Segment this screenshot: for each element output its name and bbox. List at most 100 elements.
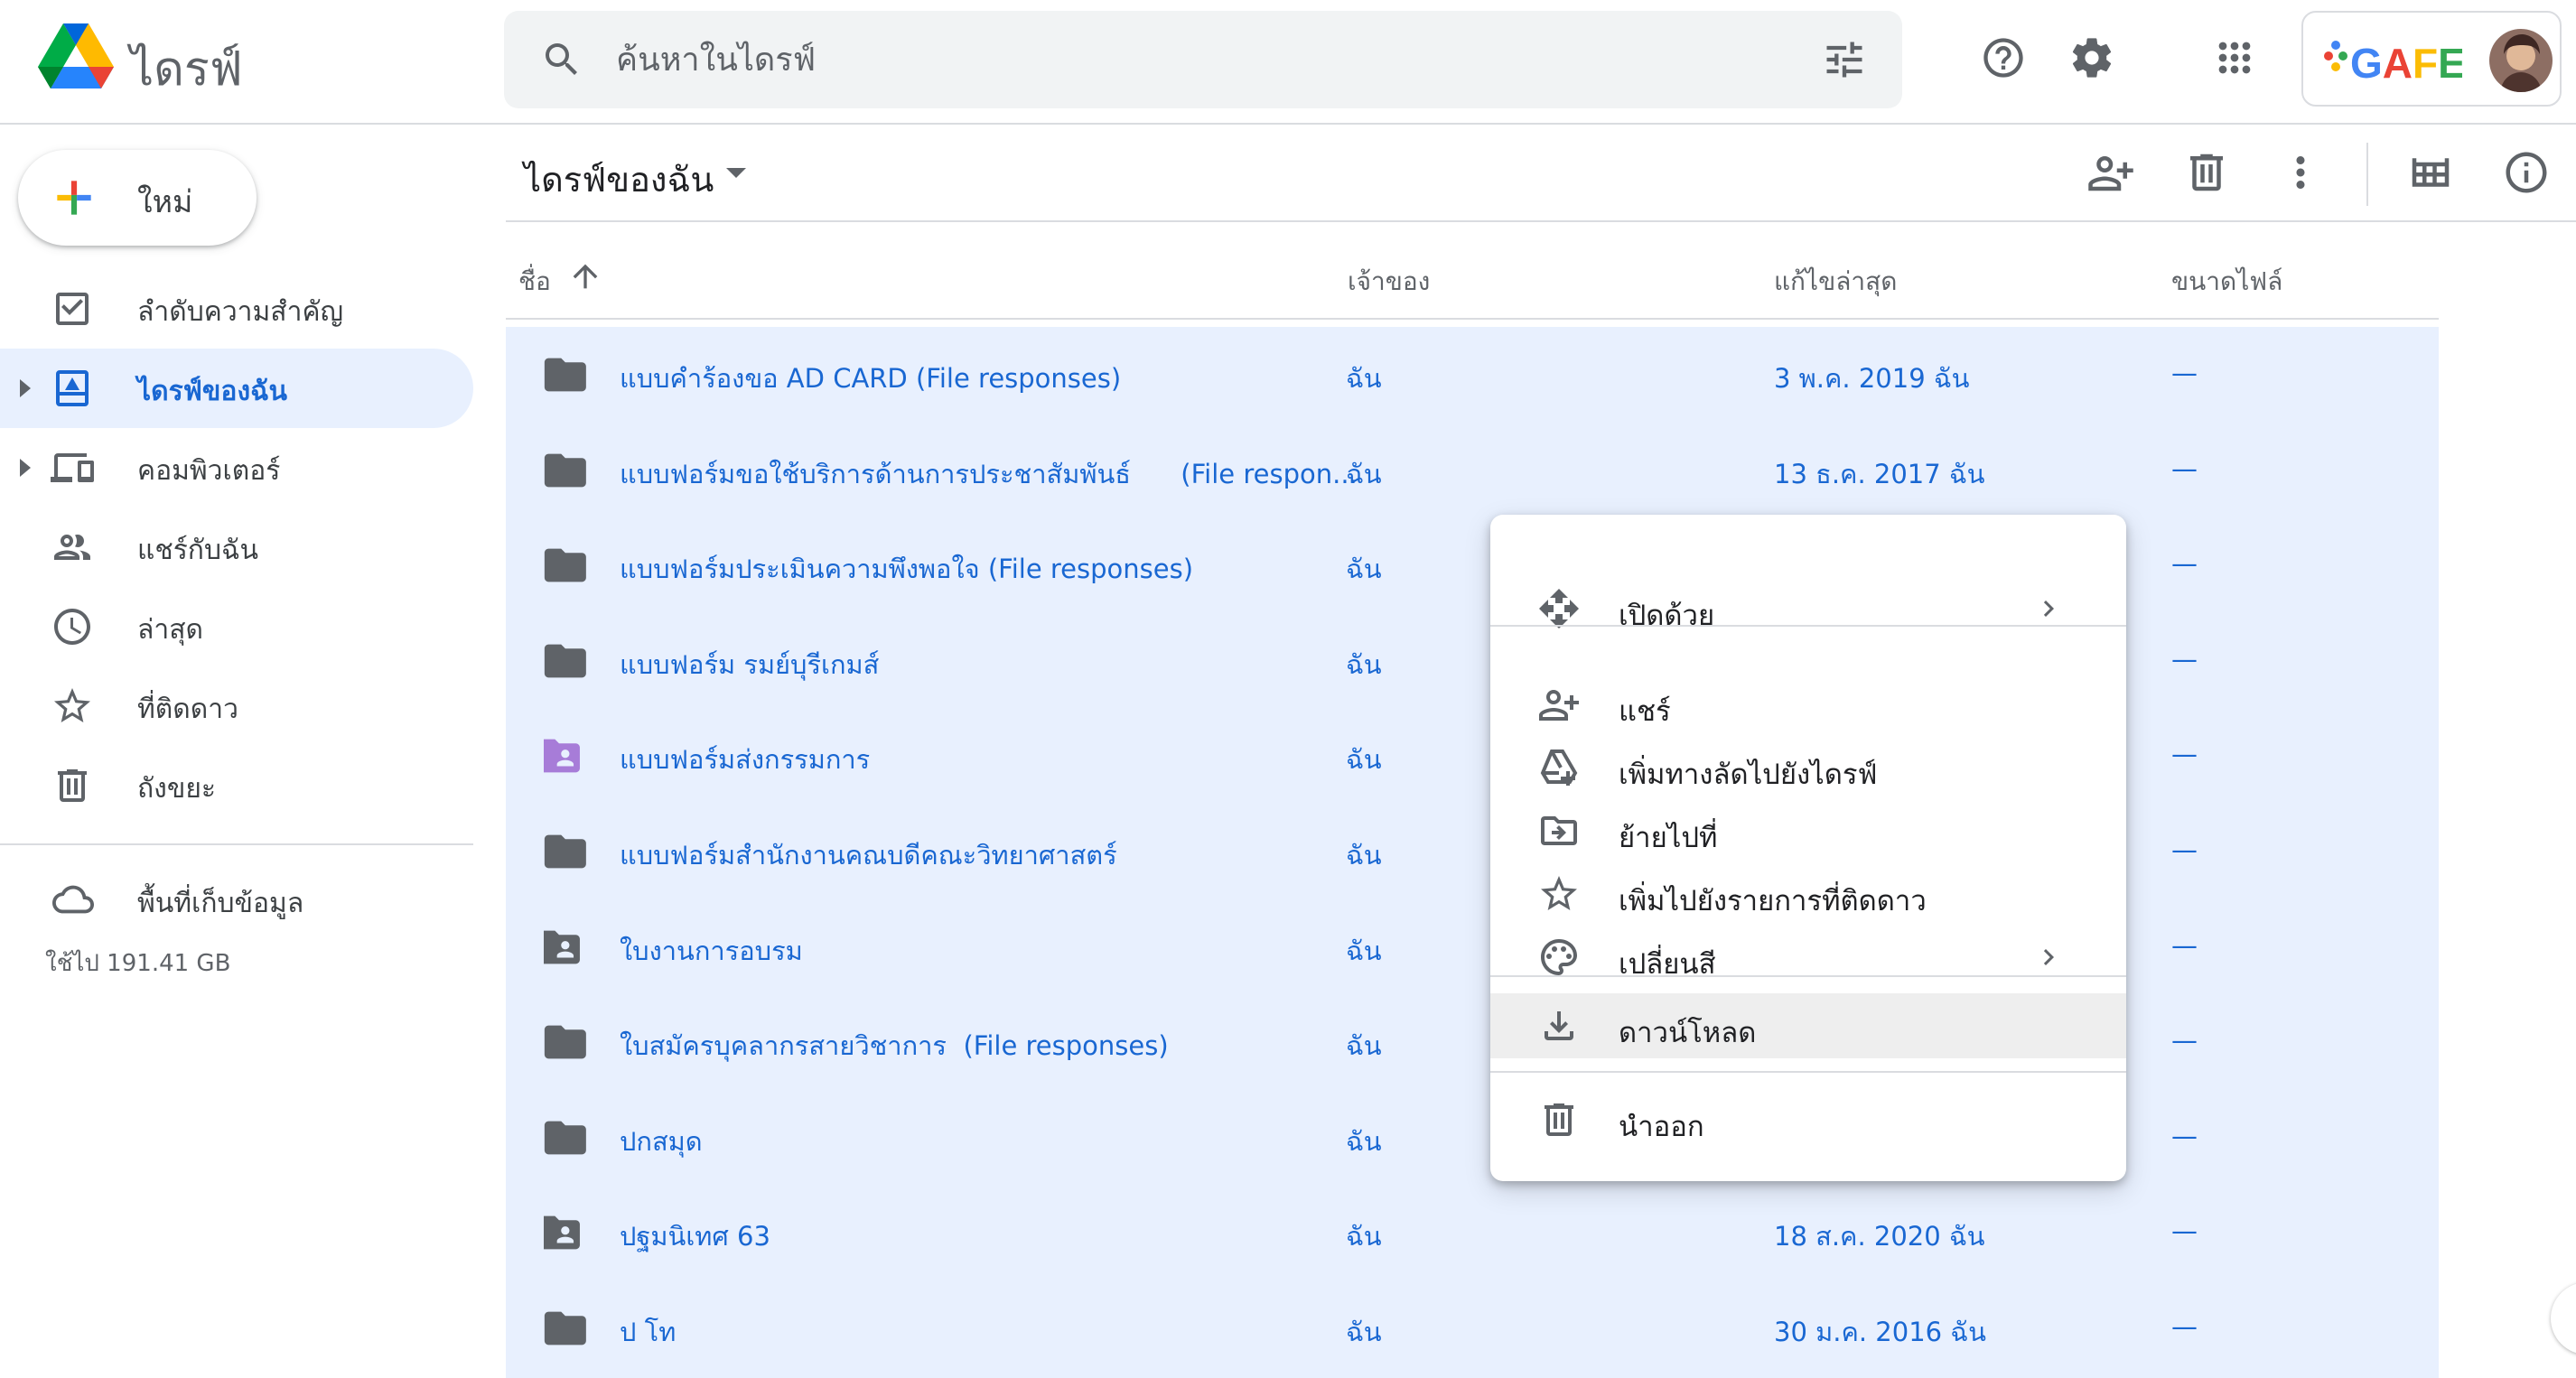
file-size: — xyxy=(2171,548,2198,580)
share-person-add-icon[interactable] xyxy=(2086,148,2135,197)
user-avatar[interactable] xyxy=(2489,29,2553,92)
file-list: แบบคำร้องขอ AD CARD (File responses) ฉัน 3… xyxy=(506,327,2439,1378)
new-button[interactable]: ใหม่ xyxy=(18,150,257,246)
file-row[interactable]: ปกสมุด ฉัน — xyxy=(506,1090,2439,1186)
sidebar-item-priority[interactable]: ลำดับความสำคัญ xyxy=(0,269,473,349)
search-icon[interactable] xyxy=(540,38,583,81)
file-row[interactable]: ใบสมัครบุคลากรสายวิชาการ (File responses… xyxy=(506,994,2439,1090)
share-person-add-icon xyxy=(1539,690,1579,721)
grid-view-icon[interactable] xyxy=(2406,148,2455,197)
breadcrumb-dropdown-icon[interactable] xyxy=(726,168,746,178)
file-size: — xyxy=(2171,643,2198,675)
search-options-icon[interactable] xyxy=(1821,36,1868,83)
shared-folder-icon xyxy=(544,930,580,964)
file-owner: ฉัน xyxy=(1346,1030,1382,1062)
sidebar-item-storage[interactable]: พื้นที่เก็บข้อมูล xyxy=(0,862,473,935)
side-panel-toggle[interactable] xyxy=(2551,1282,2576,1355)
sidebar-item-label: แชร์กับฉัน xyxy=(137,535,258,566)
sidebar-item-label: ไดรฟ์ของฉัน xyxy=(137,376,288,407)
search-input[interactable] xyxy=(616,33,1772,87)
menu-item-label: เปลี่ยนสี xyxy=(1619,948,1716,981)
menu-item-move-to[interactable]: ย้ายไปที่ xyxy=(1490,798,2126,863)
add-shortcut-icon xyxy=(1540,750,1578,786)
sidebar-item-computers[interactable]: คอมพิวเตอร์ xyxy=(0,428,473,507)
sidebar-item-label: ที่ติดดาว xyxy=(137,694,238,725)
storage-used-text: ใช้ไป 191.41 GB xyxy=(45,950,231,977)
open-with-icon xyxy=(1539,589,1579,628)
column-header-name[interactable]: ชื่อ xyxy=(518,262,551,302)
sort-ascending-arrow-icon[interactable] xyxy=(567,258,603,294)
file-modified: 30 ม.ค. 2016 ฉัน xyxy=(1774,1316,1986,1347)
priority-check-icon xyxy=(56,293,89,325)
file-owner: ฉัน xyxy=(1346,839,1382,871)
sidebar-item-my-drive[interactable]: ไดรฟ์ของฉัน xyxy=(0,349,473,428)
file-modified: 13 ธ.ค. 2017 ฉัน xyxy=(1774,458,1985,489)
menu-item-share[interactable]: แชร์ xyxy=(1490,672,2126,737)
menu-item-add-shortcut[interactable]: เพิ่มทางลัดไปยังไดรฟ์ xyxy=(1490,735,2126,800)
file-owner: ฉัน xyxy=(1346,363,1382,394)
help-icon[interactable] xyxy=(1980,34,2027,81)
file-modified: 3 พ.ค. 2019 ฉัน xyxy=(1774,363,1970,394)
folder-icon xyxy=(544,358,586,392)
apps-grid-icon[interactable] xyxy=(2211,34,2258,81)
chevron-right-icon xyxy=(2043,601,2054,617)
menu-item-remove[interactable]: นำออก xyxy=(1490,1087,2126,1152)
file-row[interactable]: แบบฟอร์มส่งกรรมการ ฉัน — xyxy=(506,708,2439,804)
file-name[interactable]: แบบคำร้องขอ AD CARD (File responses) xyxy=(620,358,1812,399)
file-owner: ฉัน xyxy=(1346,1221,1382,1252)
file-row[interactable]: ปฐมนิเทศ 63 ฉัน 18 ส.ค. 2020 ฉัน — xyxy=(506,1185,2439,1280)
file-owner: ฉัน xyxy=(1346,554,1382,585)
sidebar-item-shared-with-me[interactable]: แชร์กับฉัน xyxy=(0,507,473,587)
sidebar-item-trash[interactable]: ถังขยะ xyxy=(0,746,473,825)
file-list-header: ชื่อ เจ้าของ แก้ไขล่าสุด ขนาดไฟล์ xyxy=(506,222,2439,320)
expand-caret-icon[interactable] xyxy=(20,379,31,397)
file-size: — xyxy=(2171,1025,2198,1057)
expand-caret-icon[interactable] xyxy=(20,459,31,477)
folder-icon xyxy=(544,834,586,869)
breadcrumb[interactable]: ไดรฟ์ของฉัน xyxy=(524,152,714,207)
sidebar-item-starred[interactable]: ที่ติดดาว xyxy=(0,666,473,746)
my-drive-icon xyxy=(56,370,89,406)
search-bar[interactable] xyxy=(504,11,1902,108)
file-size: — xyxy=(2171,929,2198,961)
file-row[interactable]: ป โท ฉัน 30 ม.ค. 2016 ฉัน — xyxy=(506,1280,2439,1376)
download-icon xyxy=(1545,1011,1573,1040)
file-row[interactable]: แบบคำร้องขอ AD CARD (File responses) ฉัน 3… xyxy=(506,327,2439,423)
menu-divider xyxy=(1490,1071,2126,1073)
app-title[interactable]: ไดรฟ์ xyxy=(130,31,243,106)
file-row[interactable]: แบบฟอร์ม รมย์บุรีเกมส์ ฉัน — xyxy=(506,613,2439,709)
folder-icon xyxy=(544,1025,586,1059)
menu-item-label: เพิ่มทางลัดไปยังไดรฟ์ xyxy=(1619,759,1878,791)
menu-divider xyxy=(1490,975,2126,977)
file-name[interactable]: แบบฟอร์มขอใช้บริการด้านการประชาสัมพันธ์ … xyxy=(620,453,1812,495)
chevron-right-icon xyxy=(2043,949,2054,965)
column-header-size[interactable]: ขนาดไฟล์ xyxy=(2171,262,2282,302)
trash-icon[interactable] xyxy=(2182,148,2231,197)
toolbar-divider xyxy=(2366,143,2368,206)
column-header-owner[interactable]: เจ้าของ xyxy=(1348,262,1430,302)
more-vert-icon[interactable] xyxy=(2276,148,2325,197)
menu-item-change-color[interactable]: เปลี่ยนสี xyxy=(1490,925,2126,990)
account-switcher[interactable]: GAFE xyxy=(2301,11,2562,107)
sidebar-item-recent[interactable]: ล่าสุด xyxy=(0,587,473,666)
menu-item-open-with[interactable]: เปิดด้วย xyxy=(1490,576,2126,641)
storage-label: พื้นที่เก็บข้อมูล xyxy=(137,888,304,919)
drive-logo-icon[interactable] xyxy=(38,23,114,90)
file-row[interactable]: แบบฟอร์มขอใช้บริการด้านการประชาสัมพันธ์ … xyxy=(506,423,2439,518)
info-icon[interactable] xyxy=(2502,148,2551,197)
file-row[interactable]: แบบฟอร์มสำนักงานคณบดีคณะวิทยาศาสตร์ ฉัน — xyxy=(506,804,2439,899)
folder-icon xyxy=(544,548,586,582)
settings-gear-icon[interactable] xyxy=(2068,34,2115,81)
column-header-modified[interactable]: แก้ไขล่าสุด xyxy=(1774,262,1897,302)
star-icon xyxy=(54,688,90,722)
menu-divider xyxy=(1490,625,2126,627)
file-row[interactable]: แบบฟอร์มประเมินความพึงพอใจ (File respons… xyxy=(506,517,2439,613)
file-name[interactable]: ปฐมนิเทศ 63 xyxy=(620,1215,1812,1257)
file-size: — xyxy=(2171,452,2198,484)
file-row[interactable]: ใบงานการอบรม ฉัน — xyxy=(506,899,2439,995)
menu-item-download[interactable]: ดาวน์โหลด xyxy=(1490,993,2126,1058)
menu-item-add-to-starred[interactable]: เพิ่มไปยังรายการที่ติดดาว xyxy=(1490,861,2126,926)
plus-icon xyxy=(57,181,91,215)
file-name[interactable]: ป โท xyxy=(620,1311,1812,1353)
file-size: — xyxy=(2171,833,2198,865)
